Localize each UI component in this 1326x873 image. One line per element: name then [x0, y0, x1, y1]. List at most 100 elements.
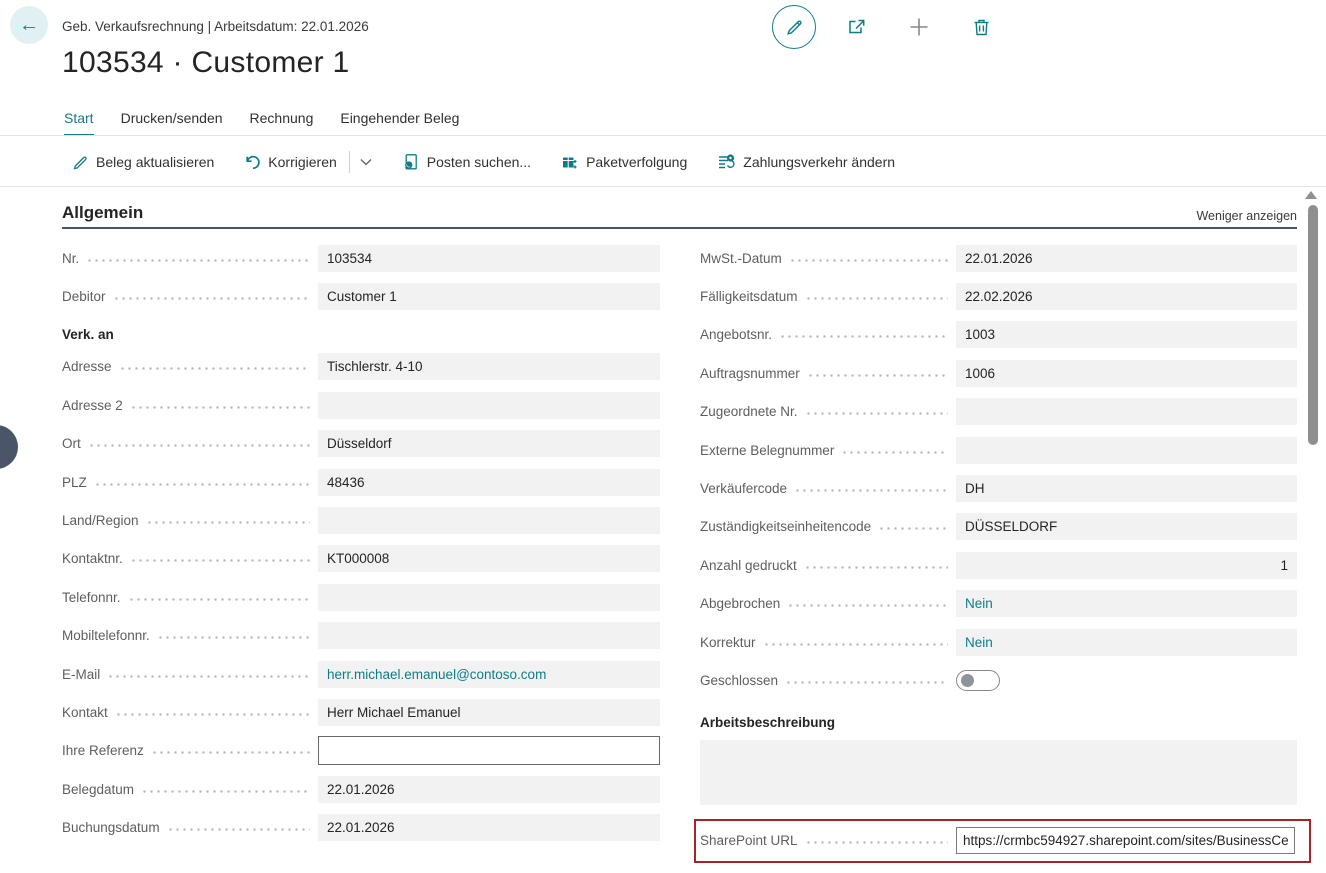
scrollbar-up-arrow[interactable] — [1305, 191, 1317, 199]
pencil-icon — [72, 154, 89, 171]
field-mwst-datum: MwSt.-Datum 22.01.2026 — [700, 239, 1297, 277]
field-belegdatum: Belegdatum 22.01.2026 — [62, 770, 660, 808]
action-toolbar: Beleg aktualisieren Korrigieren — [72, 147, 895, 177]
field-value-externe-belegnummer[interactable] — [956, 437, 1297, 464]
field-value-mwst-datum[interactable]: 22.01.2026 — [956, 245, 1297, 272]
field-value-adresse-2[interactable] — [318, 392, 660, 419]
work-description-textarea[interactable] — [700, 740, 1297, 805]
change-payment-button[interactable]: Zahlungsverkehr ändern — [717, 153, 895, 171]
field-faelligkeitsdatum: Fälligkeitsdatum 22.02.2026 — [700, 277, 1297, 315]
field-value-abgebrochen-link[interactable]: Nein — [956, 590, 1297, 617]
field-debitor: Debitor Customer 1 — [62, 277, 660, 315]
side-panel-handle[interactable] — [0, 425, 18, 469]
correct-button[interactable]: Korrigieren — [244, 154, 336, 171]
field-value-kontakt[interactable]: Herr Michael Emanuel — [318, 699, 660, 726]
field-label: E-Mail — [62, 667, 100, 682]
update-document-button[interactable]: Beleg aktualisieren — [72, 154, 214, 171]
field-value-angebotsnr[interactable]: 1003 — [956, 321, 1297, 348]
general-right-column: MwSt.-Datum 22.01.2026 Fälligkeitsdatum … — [700, 239, 1297, 863]
field-value-zustaendigkeitseinheitencode[interactable]: DÜSSELDORF — [956, 513, 1297, 540]
field-label: Zuständigkeitseinheitencode — [700, 519, 871, 534]
field-label: Ihre Referenz — [62, 743, 144, 758]
field-label: Adresse — [62, 359, 112, 374]
tab-eingehender-beleg[interactable]: Eingehender Beleg — [340, 110, 459, 136]
field-label: Angebotsnr. — [700, 327, 772, 342]
geschlossen-toggle[interactable] — [956, 670, 1000, 691]
general-left-column: Nr. 103534 Debitor Customer 1 Verk. an A… — [62, 239, 660, 847]
field-value-nr[interactable]: 103534 — [318, 245, 660, 272]
field-value-korrektur-link[interactable]: Nein — [956, 629, 1297, 656]
tab-start[interactable]: Start — [64, 110, 94, 136]
field-value-anzahl-gedruckt[interactable]: 1 — [956, 552, 1297, 579]
new-button[interactable] — [906, 14, 932, 40]
field-value-zugeordnete-nr[interactable] — [956, 398, 1297, 425]
toolbar-divider — [0, 186, 1326, 187]
field-value-auftragsnummer[interactable]: 1006 — [956, 360, 1297, 387]
field-value-adresse[interactable]: Tischlerstr. 4-10 — [318, 353, 660, 380]
field-label: SharePoint URL — [700, 833, 798, 848]
dotted-leader — [804, 566, 948, 569]
field-ihre-referenz: Ihre Referenz — [62, 732, 660, 770]
top-action-bar — [772, 5, 994, 49]
dotted-leader — [805, 297, 948, 300]
delete-button[interactable] — [968, 14, 994, 40]
field-value-ort[interactable]: Düsseldorf — [318, 430, 660, 457]
field-value-kontaktnr[interactable]: KT000008 — [318, 545, 660, 572]
field-label: Debitor — [62, 289, 106, 304]
dotted-leader — [141, 790, 310, 793]
package-tracking-button[interactable]: Paketverfolgung — [561, 153, 687, 171]
field-label: Korrektur — [700, 635, 756, 650]
field-value-debitor[interactable]: Customer 1 — [318, 283, 660, 310]
field-label: Nr. — [62, 251, 79, 266]
dotted-leader — [841, 451, 948, 454]
tab-drucken-senden[interactable]: Drucken/senden — [121, 110, 223, 136]
field-value-buchungsdatum[interactable]: 22.01.2026 — [318, 814, 660, 841]
field-label: Belegdatum — [62, 782, 134, 797]
field-kontakt: Kontakt Herr Michael Emanuel — [62, 693, 660, 731]
field-value-plz[interactable]: 48436 — [318, 469, 660, 496]
field-geschlossen: Geschlossen — [700, 661, 1297, 699]
dotted-leader — [115, 713, 310, 716]
scrollbar-thumb[interactable] — [1308, 205, 1318, 445]
sharepoint-url-input[interactable] — [956, 827, 1295, 854]
field-value-telefonnr[interactable] — [318, 584, 660, 611]
page-caption: Geb. Verkaufsrechnung | Arbeitsdatum: 22… — [62, 19, 369, 34]
field-label: Anzahl gedruckt — [700, 558, 797, 573]
dotted-leader — [878, 527, 948, 530]
dotted-leader — [789, 259, 948, 262]
annotation-highlight-box: SharePoint URL — [694, 819, 1311, 863]
change-payment-label: Zahlungsverkehr ändern — [743, 154, 895, 170]
show-less-link[interactable]: Weniger anzeigen — [1196, 209, 1297, 223]
field-value-verkaeufercode[interactable]: DH — [956, 475, 1297, 502]
field-value-faelligkeitsdatum[interactable]: 22.02.2026 — [956, 283, 1297, 310]
field-value-mobiltelefonnr[interactable] — [318, 622, 660, 649]
field-zugeordnete-nr: Zugeordnete Nr. — [700, 393, 1297, 431]
dotted-leader — [130, 406, 310, 409]
field-externe-belegnummer: Externe Belegnummer — [700, 431, 1297, 469]
dotted-leader — [779, 335, 948, 338]
dotted-leader — [130, 559, 310, 562]
trash-icon — [971, 17, 992, 38]
dotted-leader — [146, 521, 310, 524]
field-value-email-link[interactable]: herr.michael.emanuel@contoso.com — [318, 661, 660, 688]
field-label: Verkäufercode — [700, 481, 787, 496]
section-title-allgemein[interactable]: Allgemein — [62, 203, 143, 223]
your-reference-input[interactable] — [318, 736, 660, 765]
split-button-divider — [349, 151, 350, 173]
edit-button[interactable] — [772, 5, 816, 49]
dotted-leader — [94, 483, 310, 486]
correct-dropdown-chevron[interactable] — [360, 158, 372, 166]
tab-rechnung[interactable]: Rechnung — [250, 110, 314, 136]
chevron-down-icon — [360, 158, 372, 166]
dotted-leader — [86, 259, 310, 262]
pencil-icon — [785, 18, 804, 37]
section-underline — [62, 227, 1297, 229]
back-button[interactable]: ← — [10, 6, 48, 44]
payment-list-icon — [717, 153, 736, 171]
field-zustaendigkeitseinheitencode: Zuständigkeitseinheitencode DÜSSELDORF — [700, 508, 1297, 546]
share-button[interactable] — [844, 14, 870, 40]
field-value-land-region[interactable] — [318, 507, 660, 534]
find-entries-button[interactable]: Posten suchen... — [402, 153, 531, 171]
field-sharepoint-url: SharePoint URL — [700, 824, 1295, 858]
field-value-belegdatum[interactable]: 22.01.2026 — [318, 776, 660, 803]
